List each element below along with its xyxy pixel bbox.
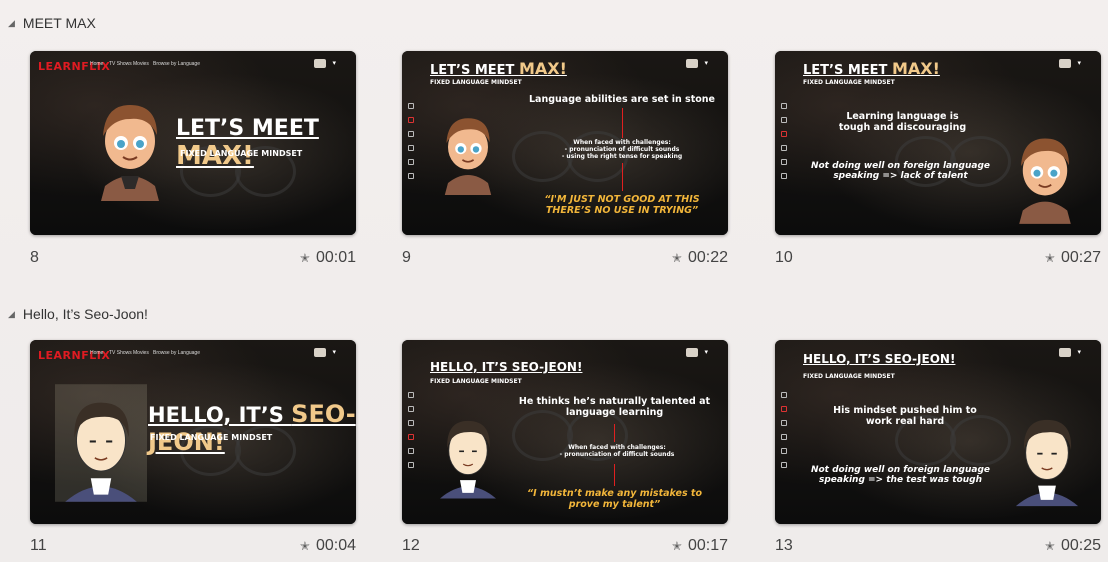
section-title: MEET MAX <box>22 15 96 31</box>
nav-tv-shows: TV Shows <box>109 61 132 67</box>
section-header-meet-max[interactable]: ◢ MEET MAX <box>8 12 96 34</box>
slide-thumbnail-11[interactable]: LEARNFLIX Home TV Shows Movies Browse by… <box>30 340 356 524</box>
connector-line <box>614 424 615 442</box>
slide-subtitle: FIXED LANGUAGE MINDSET <box>430 378 522 385</box>
star-icon[interactable]: ✭ <box>1045 251 1055 265</box>
side-nav-icons <box>408 392 416 476</box>
star-icon[interactable]: ✭ <box>1045 539 1055 553</box>
slide-duration: 00:27 <box>1060 249 1101 266</box>
nav-browse: Browse by Language <box>153 61 200 67</box>
star-icon[interactable]: ✭ <box>672 539 682 553</box>
connector-line <box>622 108 623 138</box>
side-nav-icons <box>408 103 416 187</box>
nav-home: Home <box>90 61 104 67</box>
slide-duration: 00:17 <box>687 537 728 554</box>
slide-challenges: When faced with challenges: - pronunciat… <box>559 444 675 458</box>
slide-quote: “I mustn’t make any mistakes to prove my… <box>527 488 702 510</box>
slide-line-2: Not doing well on foreign language speak… <box>810 161 991 181</box>
slide-meta-12: 12 ✭ 00:17 <box>402 535 728 557</box>
slide-duration: 00:25 <box>1060 537 1101 554</box>
max-character-illustration <box>444 118 492 195</box>
slide-thumbnail-12[interactable]: HELLO, IT’S SEO-JEON! FIXED LANGUAGE MIN… <box>402 340 728 524</box>
star-icon[interactable]: ✭ <box>300 539 310 553</box>
chevron-down-icon: ▾ <box>332 349 336 356</box>
chevron-down-icon: ▾ <box>704 60 708 67</box>
slide-title: HELLO, IT’S SEO-JEON! <box>803 352 956 366</box>
slide-number: 12 <box>402 537 420 554</box>
chevron-down-icon: ▾ <box>1077 349 1081 356</box>
seo-joon-character-illustration <box>440 420 496 499</box>
star-icon[interactable]: ✭ <box>672 251 682 265</box>
slide-number: 10 <box>775 249 793 266</box>
profile-avatar-icon <box>686 348 698 357</box>
side-nav-icons <box>781 392 789 476</box>
slide-number: 8 <box>30 249 39 266</box>
slide-subtitle: FIXED LANGUAGE MINDSET <box>430 79 522 86</box>
seo-joon-character-illustration <box>1015 419 1079 507</box>
collapse-caret-icon[interactable]: ◢ <box>8 18 15 29</box>
slide-duration: 00:01 <box>315 249 356 266</box>
slide-line-1: His mindset pushed him to work real hard <box>833 405 977 427</box>
slide-heading: Language abilities are set in stone <box>529 94 715 105</box>
slide-title: LET’S MEET <box>430 63 519 78</box>
slide-thumbnail-9[interactable]: LET’S MEET MAX! FIXED LANGUAGE MINDSET ▾… <box>402 51 728 235</box>
profile-avatar-icon <box>686 59 698 68</box>
max-character-illustration <box>101 105 159 201</box>
slide-number: 13 <box>775 537 793 554</box>
chevron-down-icon: ▾ <box>332 60 336 67</box>
slide-title: HELLO, IT’S SEO-JEON! <box>430 360 583 374</box>
slide-number: 9 <box>402 249 411 266</box>
slide-meta-8: 8 ✭ 00:01 <box>30 247 356 269</box>
slide-title-accent: MAX! <box>891 59 940 78</box>
nav-home: Home <box>90 350 104 356</box>
slide-heading: He thinks he’s naturally talented at lan… <box>518 396 711 418</box>
connector-line <box>622 163 623 191</box>
slide-meta-13: 13 ✭ 00:25 <box>775 535 1101 557</box>
nav-movies: Movies <box>133 350 149 356</box>
section-header-seo-joon[interactable]: ◢ Hello, It’s Seo-Joon! <box>8 303 148 325</box>
slide-quote: “I'M JUST NOT GOOD AT THIS THERE’S NO US… <box>544 194 700 216</box>
slide-title: HELLO, IT’S <box>148 403 292 427</box>
slide-subtitle: FIXED LANGUAGE MINDSET <box>150 433 273 442</box>
star-icon[interactable]: ✭ <box>300 251 310 265</box>
slide-line-1: Learning language is tough and discourag… <box>838 111 967 133</box>
nav-browse: Browse by Language <box>153 350 200 356</box>
slide-meta-11: 11 ✭ 00:04 <box>30 535 356 557</box>
profile-avatar-icon <box>1059 59 1071 68</box>
slide-duration: 00:22 <box>687 249 728 266</box>
profile-avatar-icon <box>314 59 326 68</box>
slide-thumbnail-8[interactable]: LEARNFLIX Home TV Shows Movies Browse by… <box>30 51 356 235</box>
slide-line-2: Not doing well on foreign language speak… <box>810 465 991 485</box>
max-character-illustration <box>1019 138 1071 224</box>
section-title: Hello, It’s Seo-Joon! <box>22 306 148 322</box>
chevron-down-icon: ▾ <box>1077 60 1081 67</box>
side-nav-icons <box>781 103 789 187</box>
slide-title-accent: MAX! <box>518 59 567 78</box>
nav-movies: Movies <box>133 61 149 67</box>
slide-thumbnail-10[interactable]: LET’S MEET MAX! FIXED LANGUAGE MINDSET ▾… <box>775 51 1101 235</box>
slide-meta-9: 9 ✭ 00:22 <box>402 247 728 269</box>
slide-subtitle: FIXED LANGUAGE MINDSET <box>803 79 895 86</box>
profile-avatar-icon <box>1059 348 1071 357</box>
collapse-caret-icon[interactable]: ◢ <box>8 309 15 320</box>
slide-subtitle: FIXED LANGUAGE MINDSET <box>180 149 303 158</box>
seo-joon-character-illustration <box>55 384 147 502</box>
slide-duration: 00:04 <box>315 537 356 554</box>
slide-meta-10: 10 ✭ 00:27 <box>775 247 1101 269</box>
slide-title: LET’S MEET <box>803 63 892 78</box>
slide-subtitle: FIXED LANGUAGE MINDSET <box>803 373 895 380</box>
slide-challenges: When faced with challenges: - pronunciat… <box>561 139 683 160</box>
slide-title: LET’S MEET <box>176 116 319 141</box>
slide-thumbnail-13[interactable]: HELLO, IT’S SEO-JEON! FIXED LANGUAGE MIN… <box>775 340 1101 524</box>
slide-number: 11 <box>30 537 47 554</box>
chevron-down-icon: ▾ <box>704 349 708 356</box>
connector-line <box>614 464 615 486</box>
profile-avatar-icon <box>314 348 326 357</box>
nav-tv-shows: TV Shows <box>109 350 132 356</box>
